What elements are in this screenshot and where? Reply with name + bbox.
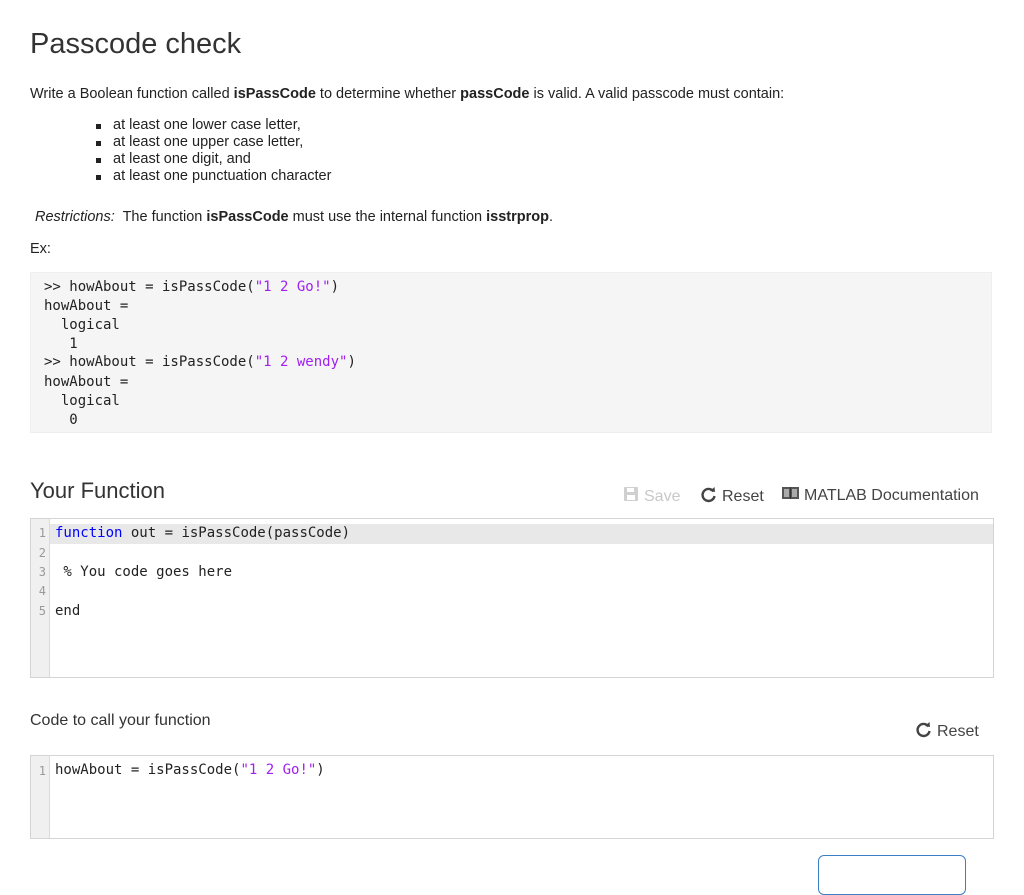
problem-description: Write a Boolean function called isPassCo… [30, 86, 784, 102]
reset-call-button[interactable]: Reset [915, 721, 979, 743]
bullet-icon [96, 124, 101, 129]
intro-text: is valid. A valid passcode must contain: [529, 86, 785, 102]
line-number: 5 [38, 604, 46, 618]
string-literal: "1 2 Go!" [254, 279, 331, 295]
function-name: isPassCode [206, 209, 289, 225]
function-code-editor[interactable]: 1 2 3 4 5 function out = isPassCode(pass… [30, 518, 994, 678]
code-text: howAbout = isPassCode( [55, 762, 241, 778]
restrictions-label: Restrictions: [35, 209, 115, 225]
requirements-list: at least one lower case letter, at least… [96, 117, 331, 185]
code-line[interactable]: end [55, 603, 80, 619]
example-line: howAbout = [44, 374, 129, 390]
matlab-documentation-link[interactable]: MATLAB Documentation [782, 486, 979, 505]
reset-icon [700, 486, 717, 508]
reset-label: Reset [937, 723, 979, 740]
line-number-gutter: 1 2 3 4 5 [31, 519, 50, 677]
example-line: 1 [44, 336, 78, 352]
string-literal: "1 2 wendy" [254, 354, 348, 370]
call-code-heading: Code to call your function [30, 712, 211, 729]
line-number: 4 [38, 584, 46, 598]
example-line: howAbout = [44, 298, 129, 314]
restrictions-text: Restrictions: The function isPassCode mu… [35, 209, 553, 225]
bullet-icon [96, 175, 101, 180]
call-code-editor[interactable]: 1 howAbout = isPassCode("1 2 Go!") [30, 755, 994, 839]
code-text: >> howAbout = isPassCode( [44, 354, 255, 370]
intro-text: Write a Boolean function called [30, 86, 234, 102]
function-name: isPassCode [233, 86, 316, 102]
docs-label: MATLAB Documentation [804, 486, 979, 504]
line-number: 1 [38, 526, 46, 540]
code-text: >> howAbout = isPassCode( [44, 279, 255, 295]
your-function-heading: Your Function [30, 478, 165, 503]
requirement-text: at least one upper case letter, [113, 134, 304, 150]
example-code-block: >> howAbout = isPassCode("1 2 Go!") howA… [30, 272, 992, 433]
requirement-text: at least one punctuation character [113, 168, 332, 184]
example-label: Ex: [30, 241, 51, 257]
code-line[interactable]: function out = isPassCode(passCode) [55, 525, 350, 541]
example-line: 0 [44, 412, 78, 428]
variable-name: passCode [460, 86, 530, 102]
code-text: ) [347, 354, 356, 370]
code-text: ) [316, 762, 325, 778]
run-function-button[interactable] [818, 855, 966, 895]
restrictions-body: . [548, 209, 553, 225]
reset-icon [915, 721, 932, 743]
line-number-gutter: 1 [31, 756, 50, 838]
restrictions-body: must use the internal function [288, 209, 487, 225]
requirement-item: at least one punctuation character [96, 168, 331, 185]
reset-label: Reset [722, 488, 764, 505]
bullet-icon [96, 158, 101, 163]
code-comment[interactable]: % You code goes here [55, 564, 232, 580]
requirement-item: at least one upper case letter, [96, 134, 331, 151]
example-line: >> howAbout = isPassCode("1 2 Go!") [44, 279, 339, 295]
requirement-item: at least one lower case letter, [96, 117, 331, 134]
example-line: logical [44, 393, 120, 409]
example-line: logical [44, 317, 120, 333]
code-line[interactable]: howAbout = isPassCode("1 2 Go!") [55, 762, 325, 778]
code-text: out = isPassCode(passCode) [122, 525, 351, 541]
save-icon [623, 486, 639, 507]
save-button[interactable]: Save [623, 486, 680, 507]
line-number: 2 [38, 546, 46, 560]
book-icon [782, 486, 799, 505]
reset-function-button[interactable]: Reset [700, 486, 764, 508]
line-number: 1 [38, 764, 46, 778]
example-line: >> howAbout = isPassCode("1 2 wendy") [44, 354, 356, 370]
keyword: function [55, 525, 123, 541]
internal-function-name: isstrprop [486, 209, 549, 225]
requirement-text: at least one lower case letter, [113, 117, 301, 133]
line-number: 3 [38, 565, 46, 579]
bullet-icon [96, 141, 101, 146]
requirement-text: at least one digit, and [113, 151, 251, 167]
page-title: Passcode check [30, 28, 242, 60]
restrictions-body: The function [114, 209, 207, 225]
string-literal: "1 2 Go!" [240, 762, 317, 778]
intro-text: to determine whether [315, 86, 461, 102]
code-text: ) [330, 279, 340, 295]
requirement-item: at least one digit, and [96, 151, 331, 168]
save-label: Save [644, 487, 681, 505]
